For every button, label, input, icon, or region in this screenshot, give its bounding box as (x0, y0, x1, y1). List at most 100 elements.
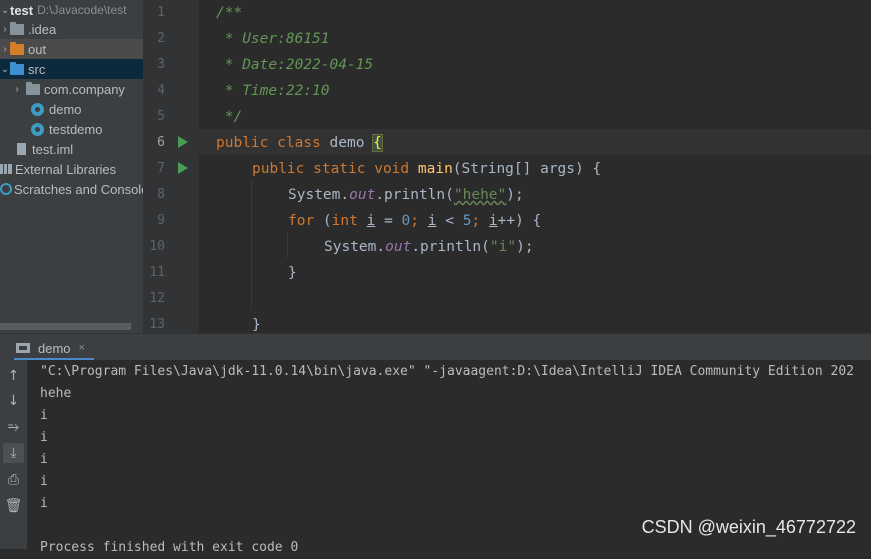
tree-item-label: testdemo (49, 121, 103, 137)
console-line: "C:\Program Files\Java\jdk-11.0.14\bin\j… (40, 364, 854, 379)
trash-icon[interactable]: 🗑 (3, 496, 24, 516)
tree-item-idea[interactable]: › .idea (0, 19, 143, 39)
library-icon (0, 164, 12, 174)
folder-icon (10, 21, 24, 35)
tree-item-src[interactable]: ⌄ src (0, 59, 143, 79)
line-number: 3 (157, 57, 165, 72)
code-line-6: public class demo { (216, 130, 383, 156)
tree-horizontal-scrollbar[interactable] (0, 323, 131, 330)
console-line: i (40, 474, 48, 489)
run-main-icon[interactable] (178, 162, 188, 174)
module-file-icon (17, 143, 26, 155)
class-name: demo (329, 135, 365, 151)
line-number: 1 (157, 5, 165, 20)
tree-item-scratches[interactable]: Scratches and Consoles (0, 179, 143, 199)
run-tool-window-header: demo × (0, 333, 871, 361)
tree-item-out[interactable]: › out (0, 39, 143, 59)
static-field: out (385, 239, 412, 255)
tree-item-test-iml[interactable]: test.iml (0, 139, 143, 159)
line-number: 8 (157, 187, 165, 202)
code-text: System. (324, 239, 386, 255)
code-text: System. (288, 187, 350, 203)
number-literal: 0 (401, 213, 411, 229)
static-field: out (349, 187, 376, 203)
code-text: ( (314, 213, 332, 229)
chevron-right-icon[interactable]: › (0, 44, 10, 55)
console-line: i (40, 452, 48, 467)
close-icon[interactable]: × (79, 342, 85, 354)
code-text: ; (410, 213, 428, 229)
code-text: ); (506, 187, 524, 203)
string-literal: "i" (489, 239, 517, 255)
run-config-icon (16, 343, 30, 353)
code-text: < (436, 213, 463, 229)
indent-guide (251, 180, 252, 310)
keyword: public static void (252, 161, 410, 177)
keyword: for (288, 213, 315, 229)
keyword: int (331, 213, 358, 229)
method-name: main (417, 161, 453, 177)
watermark: CSDN @weixin_46772722 (641, 517, 856, 537)
code-line-10: System.out.println("i"); (324, 234, 534, 260)
code-text: = (375, 213, 402, 229)
code-text: ); (516, 239, 534, 255)
code-line-5: */ (216, 109, 243, 125)
console-line: i (40, 496, 48, 511)
line-number: 11 (149, 265, 165, 280)
root-path: D:\Javacode\test (37, 3, 127, 17)
tree-item-label: Scratches and Consoles (14, 181, 143, 197)
tree-item-label: External Libraries (15, 161, 117, 177)
code-text: ++) { (497, 213, 542, 229)
line-number-current: 6 (157, 135, 165, 150)
code-line-2: * User:86151 (216, 31, 330, 47)
tree-item-label: demo (49, 101, 82, 117)
tree-root[interactable]: ⌄ test D:\Javacode\test (0, 0, 143, 20)
run-tab-demo[interactable]: demo × (16, 338, 85, 358)
project-tree: ⌄ test D:\Javacode\test › .idea › out ⌄ … (0, 0, 143, 333)
tree-item-label: out (28, 41, 47, 57)
tree-item-testdemo[interactable]: testdemo (0, 119, 143, 139)
line-number: 5 (157, 109, 165, 124)
run-tab-label: demo (38, 340, 71, 356)
tree-item-demo[interactable]: demo (0, 99, 143, 119)
console-toolbar: ↑ ↓ ⥱ ⤓ ⎙ 🗑 (0, 360, 27, 549)
tree-item-external-libraries[interactable]: External Libraries (0, 159, 143, 179)
output-folder-icon (10, 41, 24, 55)
run-class-icon[interactable] (178, 136, 188, 148)
console-line: i (40, 408, 48, 423)
print-icon[interactable]: ⎙ (3, 470, 24, 490)
line-number: 4 (157, 83, 165, 98)
tree-item-com-company[interactable]: › com.company (0, 79, 143, 99)
code-line-1: /** (216, 5, 243, 21)
code-text: .println( (411, 239, 490, 255)
arrow-down-icon[interactable]: ↓ (3, 391, 24, 411)
code-line-8: System.out.println("hehe"); (288, 182, 524, 208)
arrow-up-icon[interactable]: ↑ (3, 366, 24, 386)
package-icon (26, 81, 40, 95)
code-line-7: public static void main(String[] args) { (252, 156, 601, 182)
console-line: i (40, 430, 48, 445)
console-line: hehe (40, 386, 72, 401)
code-line-9: for (int i = 0; i < 5; i++) { (288, 208, 541, 234)
code-line-3: * Date:2022-04-15 (216, 57, 374, 73)
tree-item-label: com.company (44, 81, 125, 97)
line-number: 12 (149, 291, 165, 306)
variable: i (488, 213, 498, 229)
soft-wrap-icon[interactable]: ⥱ (3, 417, 24, 437)
string-literal: "hehe" (453, 187, 507, 203)
chevron-right-icon[interactable]: › (12, 84, 22, 95)
chevron-right-icon[interactable]: › (0, 24, 10, 35)
code-text: ; (471, 213, 489, 229)
chevron-down-icon[interactable]: ⌄ (0, 64, 10, 75)
matched-brace: { (372, 134, 383, 152)
tree-item-label: src (28, 61, 46, 77)
code-line-11: } (288, 265, 297, 281)
root-name: test (10, 2, 34, 18)
java-class-icon (31, 102, 44, 116)
console-line: Process finished with exit code 0 (40, 540, 299, 555)
line-number: 13 (149, 317, 165, 332)
scroll-to-end-icon[interactable]: ⤓ (3, 443, 24, 463)
chevron-down-icon[interactable]: ⌄ (0, 5, 10, 16)
java-class-icon (31, 122, 44, 136)
line-number: 2 (157, 31, 165, 46)
